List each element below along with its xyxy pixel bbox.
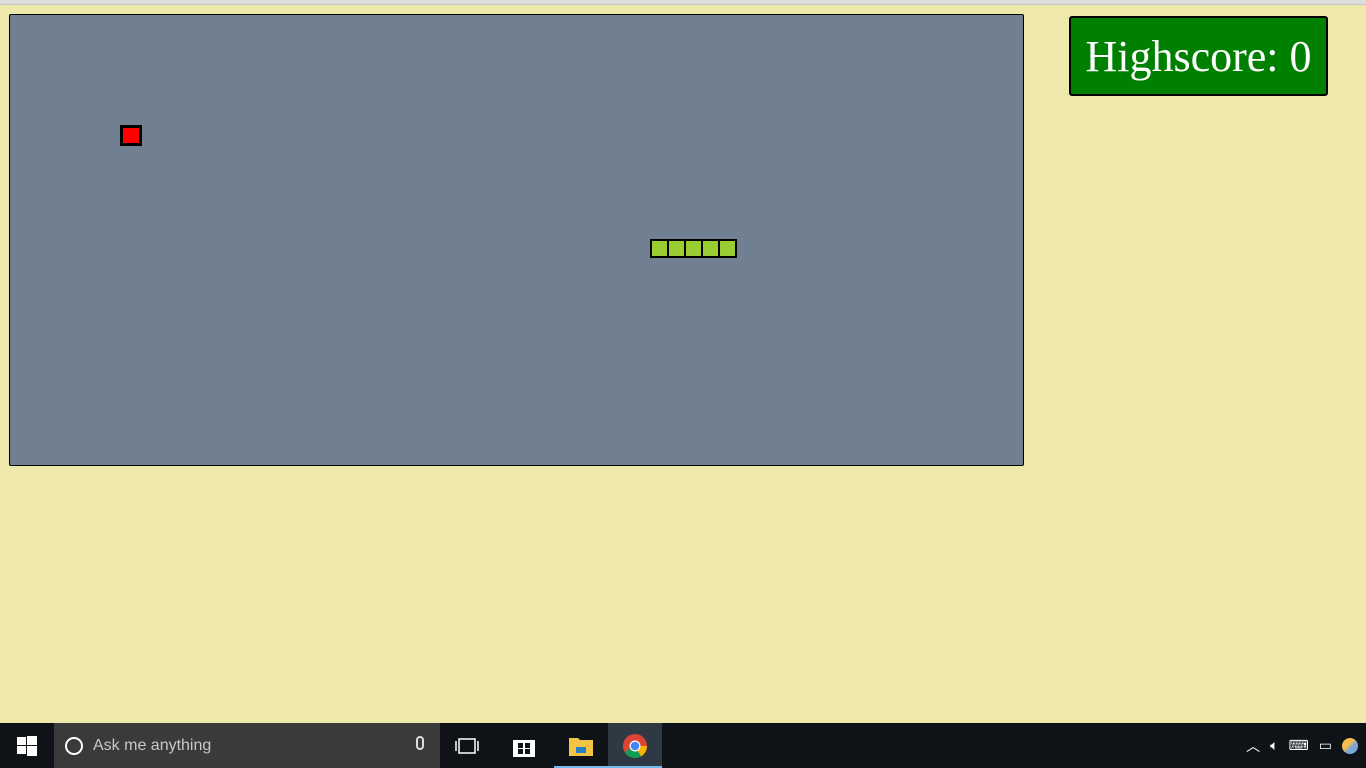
browser-top-edge [0,0,1366,5]
highscore-label: Highscore: 0 [1085,31,1312,81]
snake-segment [686,241,701,256]
file-explorer-button[interactable] [554,723,608,768]
windows-logo-icon [17,735,37,756]
weather-icon[interactable] [1342,737,1358,754]
cortana-search-box[interactable]: Ask me anything [54,723,440,768]
windows-taskbar: Ask me anything ︿ 🔈︎ ⌨ ▭ [0,723,1366,768]
snake-segment [720,241,735,256]
microphone-icon[interactable] [416,736,424,750]
chrome-icon [623,733,647,758]
input-icon[interactable]: ⌨ [1289,738,1309,754]
chrome-button[interactable] [608,723,662,768]
cortana-icon [65,736,83,755]
snake [650,239,737,258]
task-view-button[interactable] [440,723,494,768]
store-icon [513,739,535,757]
highscore-display: Highscore: 0 [1069,16,1328,96]
snake-segment [669,241,684,256]
search-placeholder: Ask me anything [93,736,212,754]
network-icon[interactable]: ▭ [1319,738,1332,754]
system-tray: ︿ 🔈︎ ⌨ ▭ [1246,723,1358,768]
start-button[interactable] [0,723,54,768]
task-view-icon [455,737,479,754]
volume-icon[interactable]: 🔈︎ [1270,738,1278,754]
snake-segment [652,241,667,256]
snake-segment [703,241,718,256]
chevron-up-icon[interactable]: ︿ [1246,736,1260,756]
food-block [120,125,142,146]
game-board[interactable] [9,14,1024,466]
store-button[interactable] [497,723,551,768]
file-explorer-icon [569,737,593,756]
